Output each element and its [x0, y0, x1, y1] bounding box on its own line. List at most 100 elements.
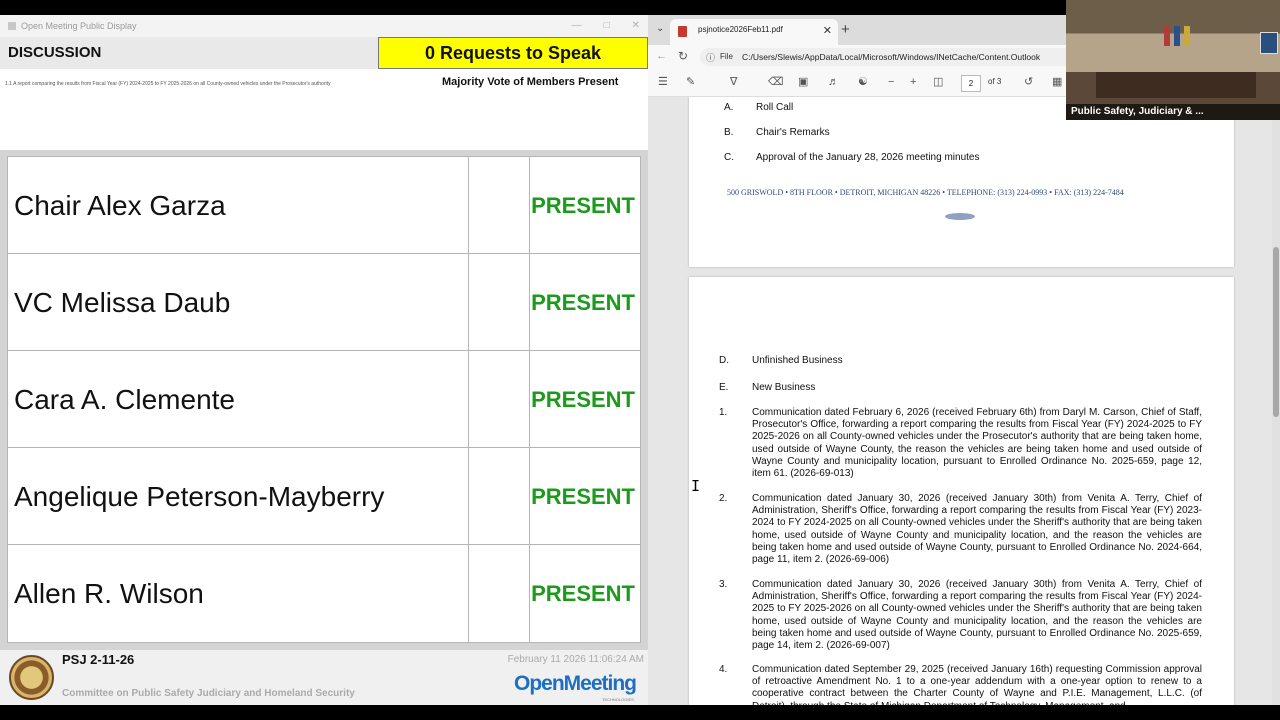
chamber-desk: [1096, 72, 1256, 98]
back-arrow-icon[interactable]: ←: [656, 50, 667, 62]
item-text: Approval of the January 28, 2026 meeting…: [756, 152, 980, 163]
screen: Open Meeting Public Display — □ ✕ DISCUS…: [0, 0, 1280, 720]
meeting-code: PSJ 2-11-26: [62, 652, 135, 667]
agenda-item-text: 1.1 A report comparing the results from …: [5, 81, 331, 87]
item-text: Communication dated January 30, 2026 (re…: [752, 493, 1202, 566]
member-vote-cell: [469, 545, 530, 642]
letterhead-address: 500 GRISWOLD • 8TH FLOOR • DETROIT, MICH…: [727, 188, 1124, 197]
tab-actions-chevron-icon[interactable]: ⌄: [656, 23, 664, 34]
discussion-bar: DISCUSSION 0 Requests to Speak: [0, 37, 648, 69]
member-name: Chair Alex Garza: [8, 157, 469, 253]
reload-icon[interactable]: ↻: [678, 49, 688, 63]
section-title: New Business: [752, 382, 816, 393]
item-number: 2.: [719, 493, 728, 504]
highlight-icon[interactable]: ✎: [686, 76, 695, 88]
maximize-icon[interactable]: □: [604, 15, 610, 37]
member-name: Cara A. Clemente: [8, 351, 469, 447]
member-vote-cell: [469, 351, 530, 447]
app-icon: [8, 22, 16, 30]
display-timestamp: February 11 2026 11:06:24 AM: [507, 654, 644, 665]
read-aloud-icon[interactable]: ♬: [828, 76, 839, 88]
page-number-input[interactable]: 2: [961, 75, 981, 92]
member-name: Allen R. Wilson: [8, 545, 469, 642]
item-text: Communication dated September 29, 2025 (…: [752, 664, 1202, 705]
close-icon[interactable]: ✕: [632, 15, 640, 37]
item-text: Roll Call: [756, 102, 794, 113]
minimize-icon[interactable]: —: [572, 15, 582, 37]
scrollbar-thumb[interactable]: [1273, 247, 1279, 417]
tab-title: psjnotice2026Feb11.pdf: [698, 25, 783, 34]
section-letter: D.: [719, 355, 729, 366]
window-title: Open Meeting Public Display: [21, 21, 137, 31]
member-name: VC Melissa Daub: [8, 254, 469, 350]
translate-icon[interactable]: ☯: [858, 76, 868, 88]
page-total: of 3: [988, 77, 1002, 86]
contents-icon[interactable]: ☰: [658, 76, 668, 88]
pdf-viewport[interactable]: A. Roll Call B. Chair's Remarks C. Appro…: [648, 97, 1280, 705]
flag-icon: [1164, 26, 1170, 46]
tab-close-icon[interactable]: ✕: [823, 24, 832, 37]
requests-to-speak-badge: 0 Requests to Speak: [378, 37, 648, 69]
flag-icon: [1184, 26, 1190, 46]
member-vote-cell: [469, 448, 530, 544]
member-row: Angelique Peterson-Mayberry PRESENT: [8, 448, 640, 545]
section-title: Unfinished Business: [752, 355, 843, 366]
committee-name: Committee on Public Safety Judiciary and…: [62, 688, 355, 699]
member-name: Angelique Peterson-Mayberry: [8, 448, 469, 544]
window-titlebar: Open Meeting Public Display — □ ✕: [0, 15, 648, 37]
openmeeting-tagline: TECHNOLOGIES: [602, 697, 634, 702]
webcam-feed: Public Safety, Judiciary & ...: [1066, 0, 1280, 120]
discussion-label: DISCUSSION: [8, 44, 102, 61]
chamber-screen: [1260, 32, 1278, 54]
openmeeting-logo: OpenMeeting: [514, 672, 637, 695]
item-letter: C.: [724, 152, 734, 163]
display-footer: PSJ 2-11-26 Committee on Public Safety J…: [0, 650, 648, 705]
section-letter: E.: [719, 382, 729, 393]
webcam-label: Public Safety, Judiciary & ...: [1066, 104, 1280, 120]
county-seal-icon: [9, 655, 54, 700]
tab-pdf[interactable]: psjnotice2026Feb11.pdf ✕: [670, 19, 838, 45]
member-status: PRESENT: [531, 581, 635, 606]
footer-seal-icon: [945, 213, 975, 220]
pdf-page: D. Unfinished Business E. New Business 1…: [689, 277, 1234, 705]
member-vote-cell: [469, 157, 530, 253]
info-icon[interactable]: ⓘ: [706, 51, 715, 64]
member-status: PRESENT: [531, 387, 635, 412]
member-row: Cara A. Clemente PRESENT: [8, 351, 640, 448]
open-meeting-window: Open Meeting Public Display — □ ✕ DISCUS…: [0, 15, 648, 705]
item-text: Chair's Remarks: [756, 127, 830, 138]
vote-requirement: Majority Vote of Members Present: [442, 76, 619, 88]
member-status: PRESENT: [531, 290, 635, 315]
text-box-icon[interactable]: ▣: [798, 76, 808, 88]
item-number: 4.: [719, 664, 728, 675]
flag-icon: [1174, 26, 1180, 46]
item-text: Communication dated January 30, 2026 (re…: [752, 579, 1202, 652]
member-roll-panel: Chair Alex Garza PRESENT VC Melissa Daub…: [0, 150, 648, 650]
pdf-scrollbar[interactable]: [1272, 97, 1280, 705]
member-row: VC Melissa Daub PRESENT: [8, 254, 640, 351]
draw-icon[interactable]: ∇: [730, 76, 737, 88]
member-row: Allen R. Wilson PRESENT: [8, 545, 640, 642]
rotate-icon[interactable]: ↺: [1024, 76, 1033, 88]
fit-page-icon[interactable]: ◫: [933, 76, 943, 88]
member-status: PRESENT: [531, 484, 635, 509]
new-tab-icon[interactable]: +: [841, 21, 850, 38]
member-status: PRESENT: [531, 193, 635, 218]
item-letter: A.: [724, 102, 734, 113]
zoom-out-icon[interactable]: −: [888, 76, 894, 88]
pdf-page: A. Roll Call B. Chair's Remarks C. Appro…: [689, 97, 1234, 267]
item-letter: B.: [724, 127, 734, 138]
item-number: 1.: [719, 407, 728, 418]
item-text: Communication dated February 6, 2026 (re…: [752, 407, 1202, 480]
member-table: Chair Alex Garza PRESENT VC Melissa Daub…: [7, 156, 641, 643]
member-row: Chair Alex Garza PRESENT: [8, 157, 640, 254]
item-number: 3.: [719, 579, 728, 590]
zoom-in-icon[interactable]: +: [910, 76, 916, 88]
member-vote-cell: [469, 254, 530, 350]
page-view-icon[interactable]: ▦: [1052, 76, 1062, 88]
erase-icon[interactable]: ⌫: [768, 76, 784, 88]
text-cursor-icon: I: [691, 477, 701, 495]
url-text: C:/Users/Slewis/AppData/Local/Microsoft/…: [742, 52, 1041, 62]
url-scheme-label: File: [720, 52, 733, 61]
pdf-icon: [678, 26, 687, 37]
